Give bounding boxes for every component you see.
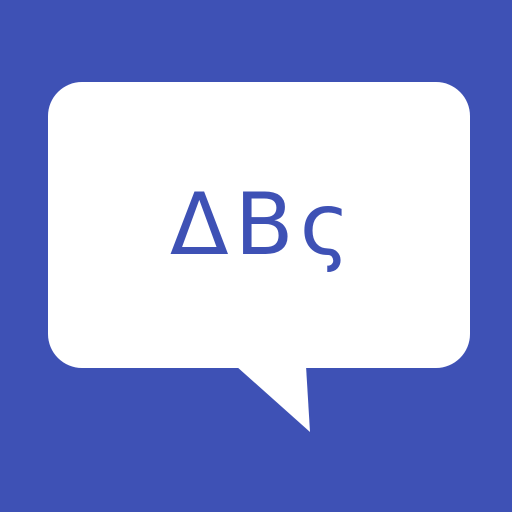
app-icon: ΔBς: [0, 0, 512, 512]
bubble-text: ΔBς: [169, 175, 357, 275]
